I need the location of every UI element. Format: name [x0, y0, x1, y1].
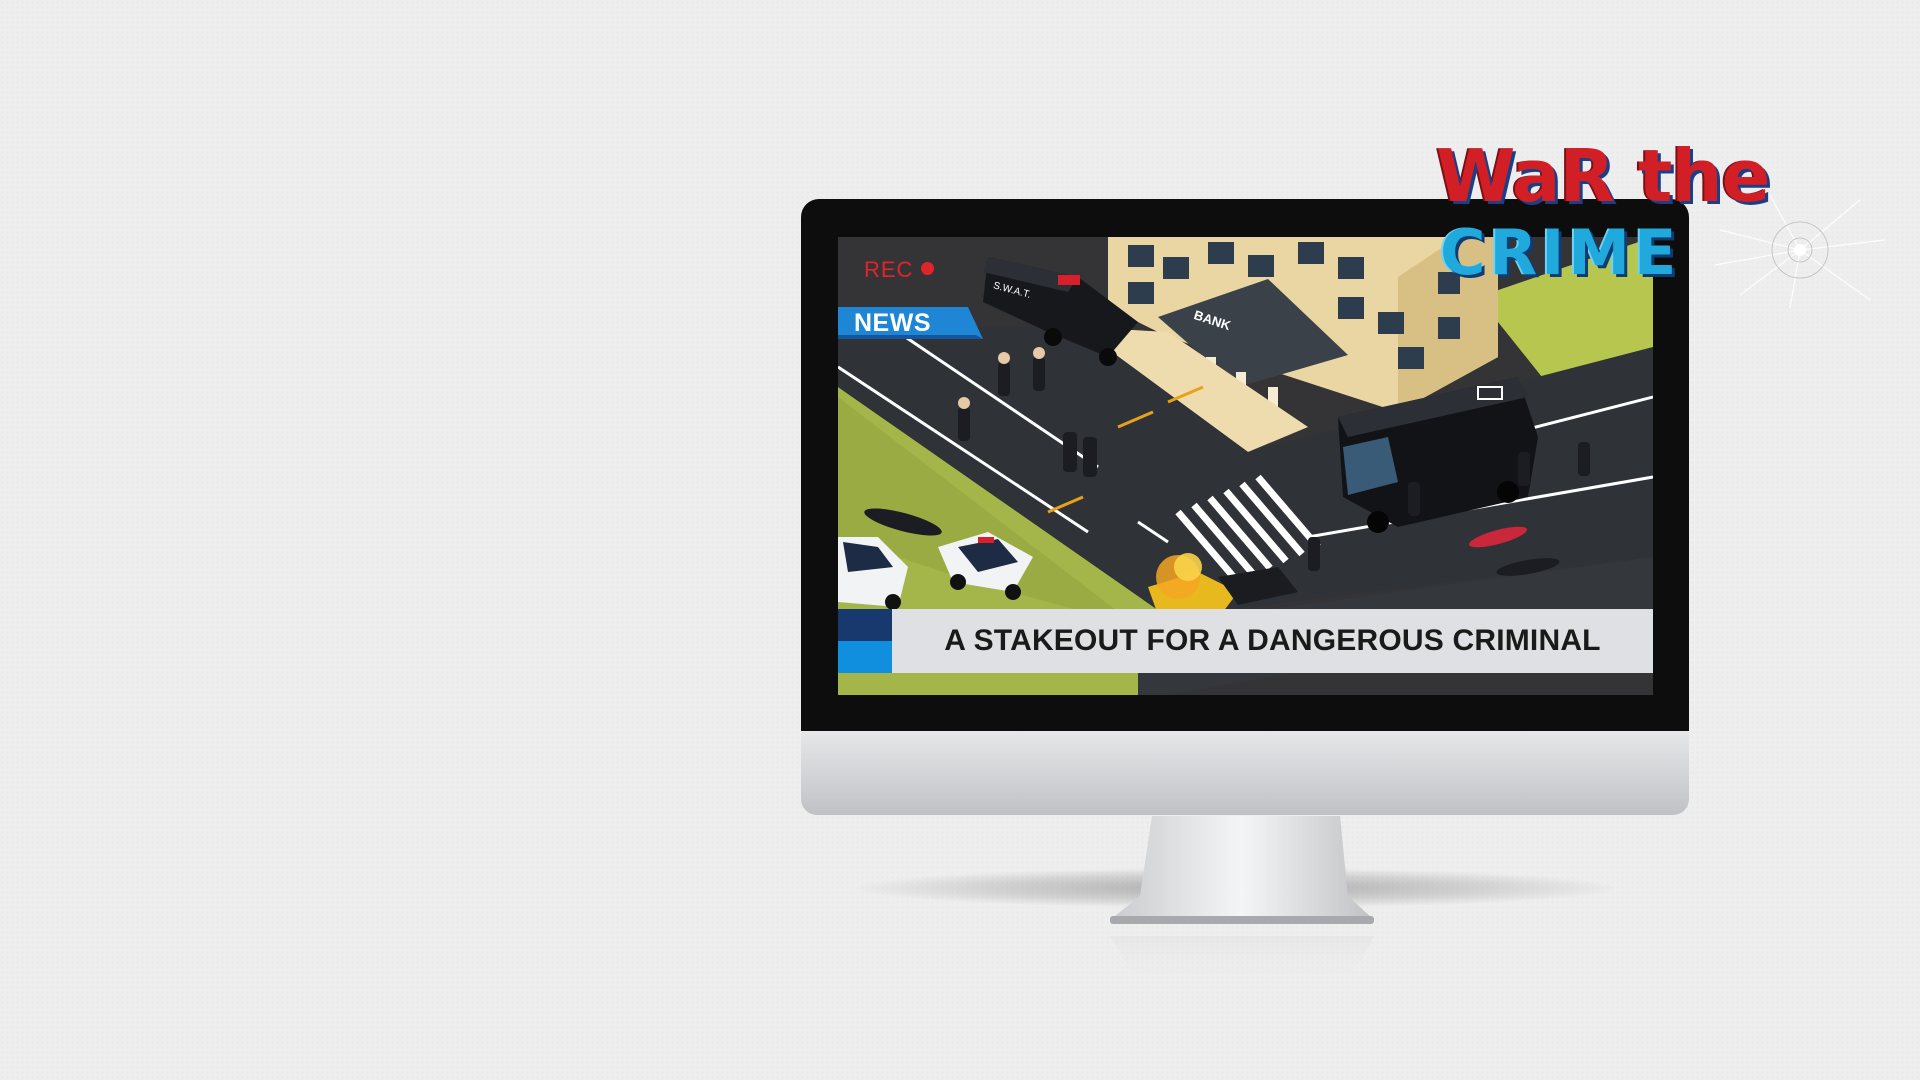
recording-dot-icon	[921, 262, 935, 275]
stand-reflection	[1110, 936, 1374, 986]
news-label: NEWS	[854, 309, 931, 337]
ticker-accent-light	[838, 641, 892, 673]
news-headline: A STAKEOUT FOR A DANGEROUS CRIMINAL	[944, 624, 1601, 657]
rec-label: REC	[864, 257, 914, 282]
monitor-chin	[801, 731, 1689, 815]
ticker-accent-dark	[838, 609, 892, 641]
rec-indicator: REC	[864, 257, 935, 283]
monitor-stand	[1110, 816, 1374, 924]
cracked-glass-icon	[1714, 194, 1886, 309]
logo-title-line2: CRIME	[1440, 216, 1681, 289]
